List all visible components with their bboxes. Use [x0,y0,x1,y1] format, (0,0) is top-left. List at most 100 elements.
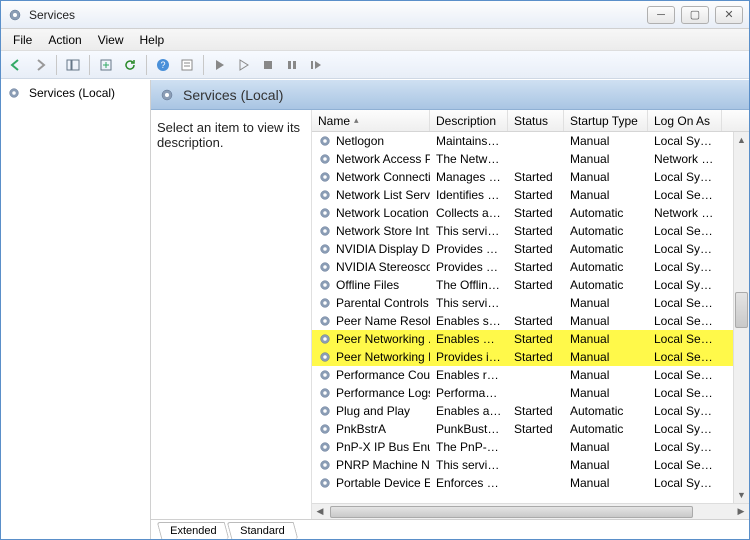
gear-icon [318,422,332,436]
vertical-scrollbar[interactable]: ▲ ▼ [733,132,749,503]
col-logon-as[interactable]: Log On As [648,110,722,131]
console-tree[interactable]: Services (Local) [1,80,151,539]
menu-help[interactable]: Help [132,31,173,49]
service-row[interactable]: NetlogonMaintains a ...ManualLocal Syste… [312,132,749,150]
cell-status: Started [508,187,564,203]
service-row[interactable]: PnkBstrAPunkBuster ...StartedAutomaticLo… [312,420,749,438]
cell-startup: Manual [564,169,648,185]
tree-root-services-local[interactable]: Services (Local) [5,84,146,102]
start-service-button[interactable] [209,54,231,76]
cell-description: Enables mul... [430,331,508,347]
cell-logon: Network S... [648,151,722,167]
start-service-alt-button[interactable] [233,54,255,76]
service-row[interactable]: Plug and PlayEnables a c...StartedAutoma… [312,402,749,420]
cell-startup: Automatic [564,241,648,257]
col-name[interactable]: Name [312,110,430,131]
cell-description: Enables a c... [430,403,508,419]
cell-description: Provides ide... [430,349,508,365]
cell-logon: Local Service [648,295,722,311]
menu-view[interactable]: View [90,31,132,49]
tab-standard[interactable]: Standard [227,522,298,539]
gear-icon [318,170,332,184]
details-title: Services (Local) [183,87,283,103]
toolbar: ? [1,51,749,79]
cell-description: This service ... [430,223,508,239]
horizontal-scrollbar[interactable]: ◀ ▶ [312,503,749,519]
cell-status [508,302,564,304]
cell-logon: Network S... [648,205,722,221]
scroll-up-icon[interactable]: ▲ [734,132,749,148]
gear-icon [318,242,332,256]
cell-logon: Local Syste... [648,259,722,275]
pause-service-button[interactable] [281,54,303,76]
gear-icon [318,152,332,166]
back-button[interactable] [5,54,27,76]
col-description[interactable]: Description [430,110,508,131]
export-button[interactable] [95,54,117,76]
service-row[interactable]: Network List ServiceIdentifies th...Star… [312,186,749,204]
menu-file[interactable]: File [5,31,40,49]
service-row[interactable]: Network Store Int...This service ...Star… [312,222,749,240]
cell-startup: Automatic [564,223,648,239]
hscroll-thumb[interactable] [330,506,693,518]
minimize-button[interactable]: ─ [647,6,675,24]
service-row[interactable]: Performance Cou...Enables rem...ManualLo… [312,366,749,384]
cell-logon: Local Syste... [648,403,722,419]
refresh-button[interactable] [119,54,141,76]
cell-status [508,374,564,376]
service-row[interactable]: Peer Networking I...Provides ide...Start… [312,348,749,366]
tab-extended[interactable]: Extended [157,522,230,539]
cell-name: Parental Controls [312,295,430,311]
cell-description: Performanc... [430,385,508,401]
cell-startup: Automatic [564,277,648,293]
cell-logon: Local Service [648,187,722,203]
cell-startup: Automatic [564,421,648,437]
col-status[interactable]: Status [508,110,564,131]
cell-name: PnP-X IP Bus Enu... [312,439,430,455]
service-row[interactable]: Performance Logs...Performanc...ManualLo… [312,384,749,402]
service-row[interactable]: Network Connecti...Manages o...StartedMa… [312,168,749,186]
col-startup-type[interactable]: Startup Type [564,110,648,131]
cell-status: Started [508,205,564,221]
cell-status: Started [508,421,564,437]
service-row[interactable]: Network Access P...The Networ...ManualNe… [312,150,749,168]
menu-action[interactable]: Action [40,31,89,49]
service-row[interactable]: NVIDIA Display Dri...Provides sys...Star… [312,240,749,258]
properties-button[interactable] [176,54,198,76]
close-button[interactable]: ✕ [715,6,743,24]
cell-startup: Manual [564,439,648,455]
service-row[interactable]: Peer Name Resolu...Enables serv...Starte… [312,312,749,330]
show-hide-tree-button[interactable] [62,54,84,76]
help-button[interactable]: ? [152,54,174,76]
cell-status [508,140,564,142]
service-row[interactable]: Portable Device E...Enforces gr...Manual… [312,474,749,492]
cell-name: Network Access P... [312,151,430,167]
cell-description: Enables rem... [430,367,508,383]
scroll-down-icon[interactable]: ▼ [734,487,749,503]
cell-status [508,464,564,466]
stop-service-button[interactable] [257,54,279,76]
cell-description: Identifies th... [430,187,508,203]
titlebar[interactable]: Services ─ ▢ ✕ [1,1,749,29]
restart-service-button[interactable] [305,54,327,76]
cell-startup: Manual [564,151,648,167]
window-title: Services [29,8,75,22]
scroll-thumb[interactable] [735,292,748,328]
cell-name: Peer Networking I... [312,349,430,365]
service-row[interactable]: Network Location ...Collects an...Starte… [312,204,749,222]
gear-icon [318,458,332,472]
cell-description: Provides sys... [430,259,508,275]
service-row[interactable]: Peer Networking ...Enables mul...Started… [312,330,749,348]
service-row[interactable]: Parental ControlsThis service ...ManualL… [312,294,749,312]
gear-icon [318,440,332,454]
maximize-button[interactable]: ▢ [681,6,709,24]
service-row[interactable]: PnP-X IP Bus Enu...The PnP-X ...ManualLo… [312,438,749,456]
forward-button[interactable] [29,54,51,76]
tree-root-label: Services (Local) [29,86,115,100]
description-pane: Select an item to view its description. [151,110,311,519]
service-row[interactable]: NVIDIA Stereosco...Provides sys...Starte… [312,258,749,276]
service-row[interactable]: Offline FilesThe Offline ...StartedAutom… [312,276,749,294]
service-row[interactable]: PNRP Machine Na...This service ...Manual… [312,456,749,474]
cell-name: Network Location ... [312,205,430,221]
details-header: Services (Local) [151,80,749,110]
